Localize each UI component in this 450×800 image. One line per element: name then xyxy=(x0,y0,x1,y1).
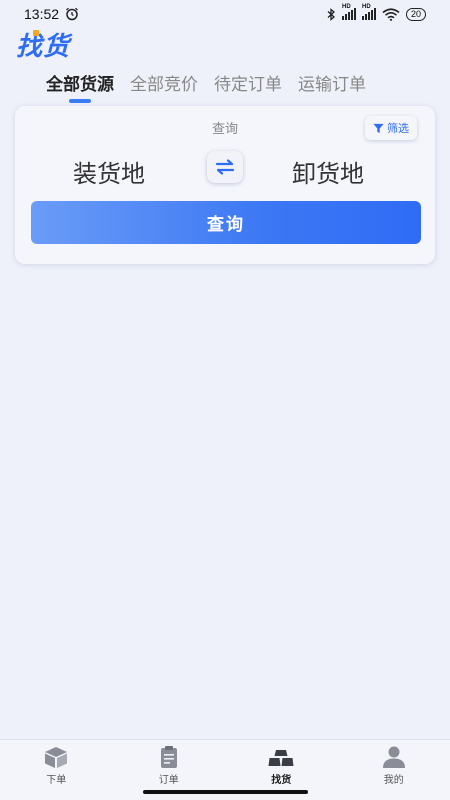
status-time: 13:52 xyxy=(24,6,60,22)
tab-all-bidding[interactable]: 全部竞价 xyxy=(130,70,198,105)
tab-all-cargo[interactable]: 全部货源 xyxy=(46,70,114,105)
filter-icon xyxy=(373,123,384,133)
alarm-icon xyxy=(66,7,78,21)
box-icon xyxy=(45,747,68,768)
query-button[interactable]: 查询 xyxy=(31,201,421,244)
nav-item-order[interactable]: 下单 xyxy=(0,740,113,800)
tab-pending-orders[interactable]: 待定订单 xyxy=(214,70,282,105)
clipboard-icon xyxy=(160,746,177,768)
destination-selector[interactable]: 卸货地 xyxy=(292,154,364,189)
nav-item-profile[interactable]: 我的 xyxy=(338,740,450,800)
bluetooth-icon xyxy=(327,7,335,21)
filter-button[interactable]: 筛选 xyxy=(365,116,417,140)
swap-locations-button[interactable] xyxy=(207,151,243,183)
origin-selector[interactable]: 装货地 xyxy=(73,154,145,189)
signal-icon-1: HD xyxy=(341,4,356,20)
page-title: 找货 xyxy=(16,32,71,62)
signal-tag-1: HD xyxy=(341,4,351,10)
signal-tag-2: HD xyxy=(361,4,371,10)
tab-transport-orders[interactable]: 运输订单 xyxy=(298,70,366,105)
nav-label-orders: 订单 xyxy=(158,775,179,786)
title-accent-mark xyxy=(33,30,39,36)
signal-icon-2: HD xyxy=(361,4,376,20)
wifi-icon xyxy=(382,7,400,21)
status-bar: 13:52 HD HD 20 xyxy=(0,0,450,28)
home-indicator[interactable] xyxy=(143,790,308,794)
battery-indicator: 20 xyxy=(405,7,426,21)
filter-button-label: 筛选 xyxy=(387,122,409,135)
nav-label-find-cargo: 找货 xyxy=(271,775,292,786)
nav-label-order: 下单 xyxy=(46,775,67,786)
nav-label-profile: 我的 xyxy=(383,775,404,786)
user-icon xyxy=(382,746,405,768)
cargo-stack-icon xyxy=(268,750,294,766)
search-card: 查询 筛选 装货地 卸货地 查询 xyxy=(15,106,435,264)
tab-bar: 全部货源 全部竞价 待定订单 运输订单 xyxy=(46,70,366,105)
swap-arrows-icon xyxy=(215,159,235,175)
